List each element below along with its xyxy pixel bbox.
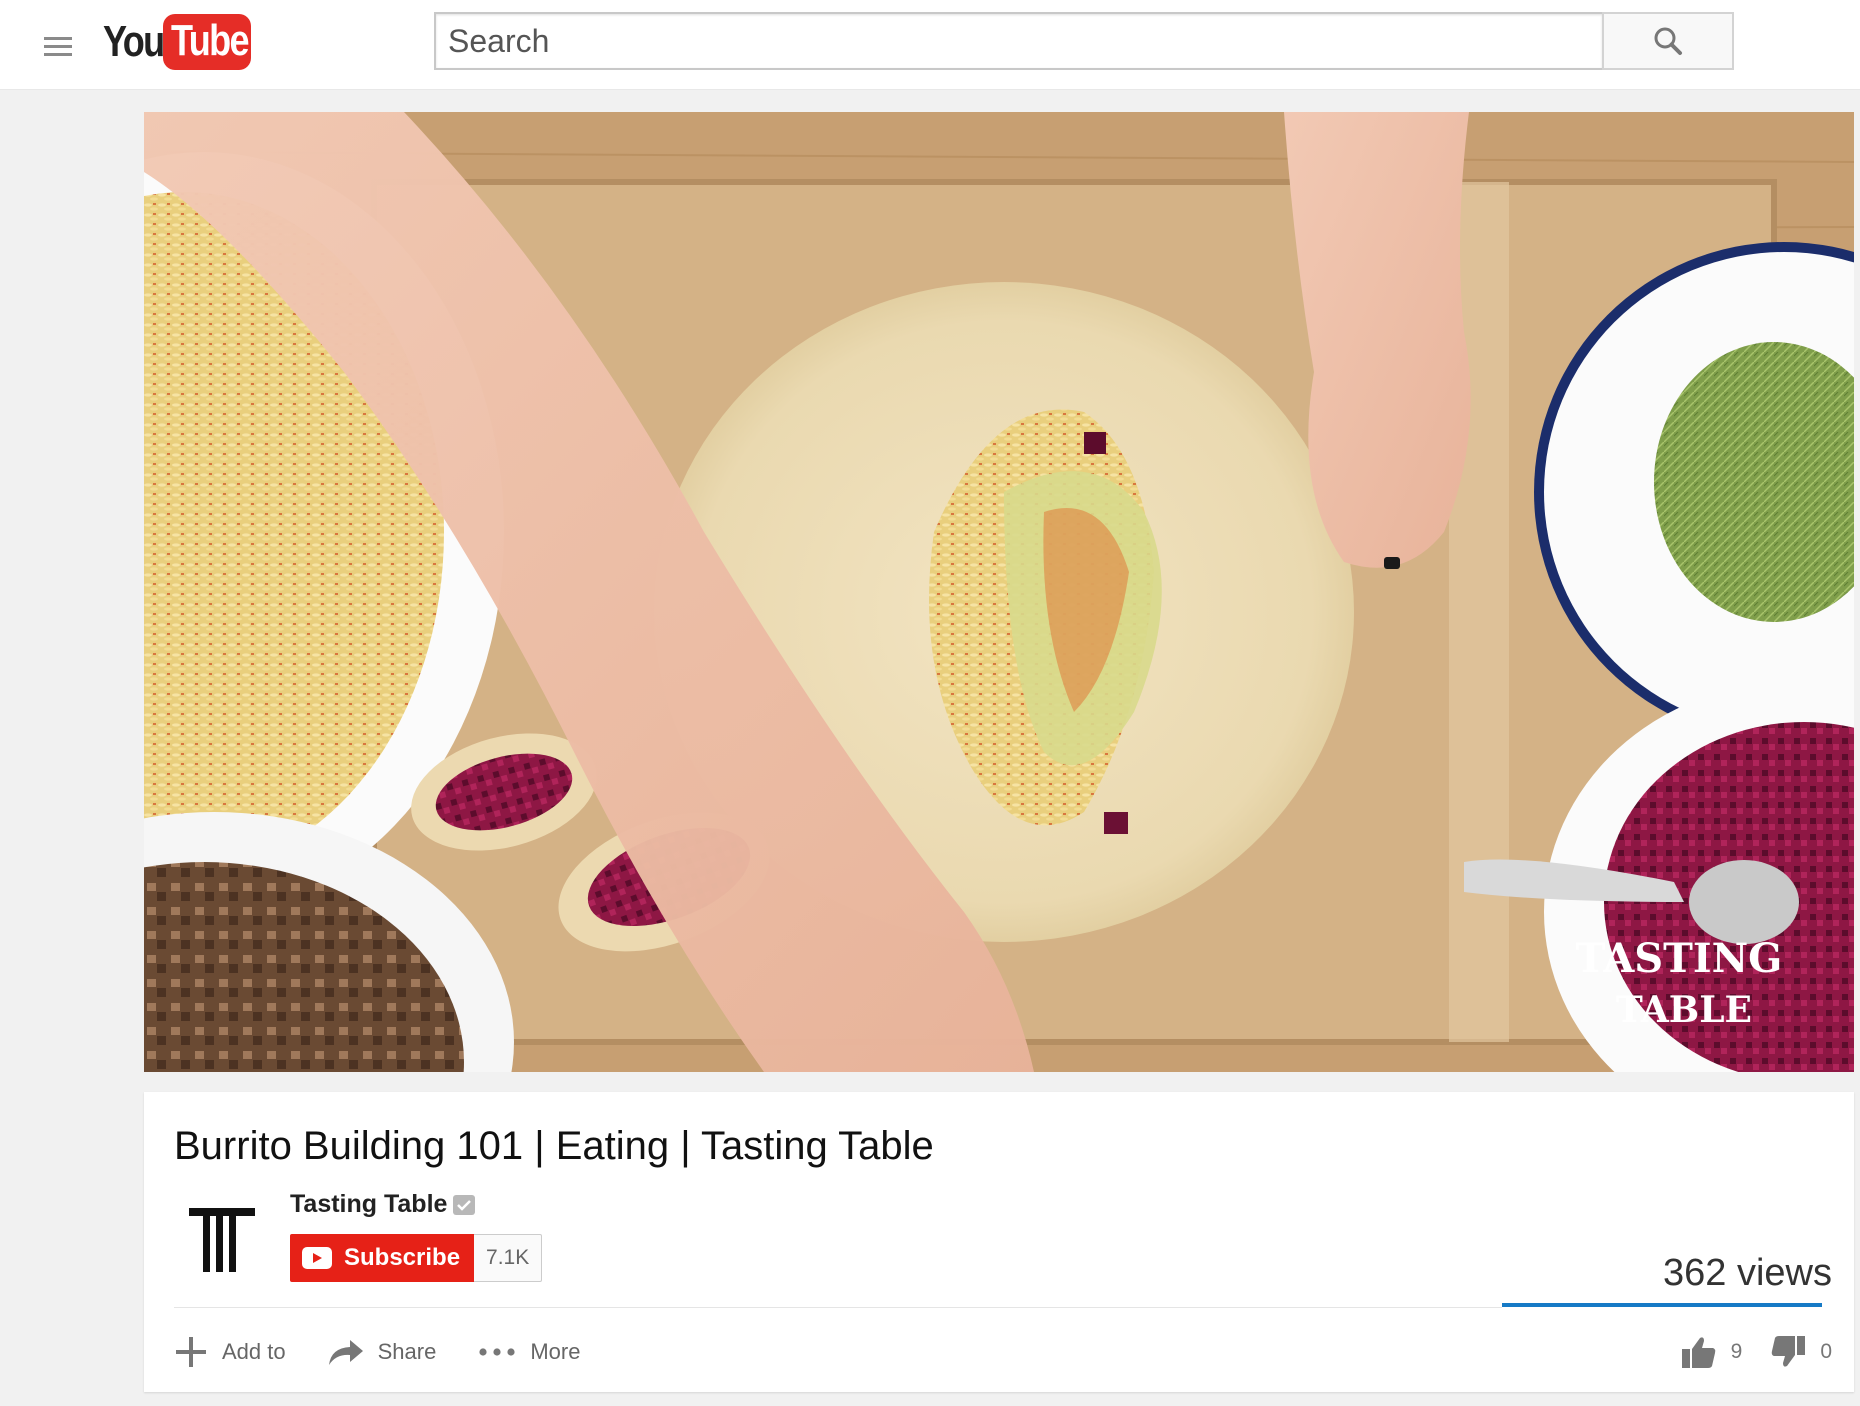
dislike-count: 0 [1820, 1340, 1832, 1363]
add-to-label: Add to [222, 1339, 286, 1364]
watermark-line1: TASTING [1576, 935, 1783, 982]
action-bar: Add to Share More [174, 1327, 622, 1377]
youtube-logo[interactable]: You Tube [103, 12, 251, 72]
sentiment-bar [1502, 1303, 1822, 1307]
divider [174, 1307, 1502, 1308]
menu-icon[interactable] [40, 28, 76, 64]
video-frame: TASTING TABLE [144, 112, 1854, 1072]
channel-logo-icon [189, 1208, 255, 1272]
subscribe-label: Subscribe [344, 1244, 461, 1271]
share-label: Share [377, 1339, 437, 1364]
masthead: You Tube [0, 0, 1860, 90]
subscribe-group: Subscribe 7.1K [290, 1234, 543, 1282]
channel-avatar[interactable] [174, 1192, 270, 1288]
play-icon [302, 1247, 332, 1269]
sentiment-bar-likes [1502, 1303, 1822, 1307]
search-icon [1654, 27, 1682, 55]
view-count: 362 views [1663, 1252, 1832, 1294]
channel-name-link[interactable]: Tasting Table [290, 1190, 476, 1219]
logo-you-text: You [103, 17, 165, 66]
add-to-button[interactable]: Add to [174, 1335, 286, 1369]
search-bar [434, 12, 1734, 70]
more-icon [479, 1348, 515, 1356]
verified-icon [453, 1194, 476, 1215]
watermark-line2: TABLE [1616, 989, 1752, 1031]
subscribe-button[interactable]: Subscribe [290, 1234, 475, 1282]
search-button[interactable] [1602, 12, 1734, 70]
channel-name: Tasting Table [290, 1190, 448, 1218]
like-button[interactable]: 9 [1681, 1335, 1743, 1369]
dislike-button[interactable]: 0 [1770, 1335, 1832, 1369]
more-button[interactable]: More [478, 1339, 580, 1365]
logo-tube-badge: Tube [163, 14, 251, 70]
share-button[interactable]: Share [328, 1338, 437, 1366]
thumbs-up-icon [1681, 1337, 1715, 1368]
like-dislike-group: 9 0 [1663, 1327, 1832, 1377]
search-input[interactable] [434, 12, 1602, 70]
video-info-card: Burrito Building 101 | Eating | Tasting … [144, 1092, 1854, 1392]
video-player[interactable]: TASTING TABLE [144, 112, 1854, 1072]
video-title: Burrito Building 101 | Eating | Tasting … [174, 1124, 934, 1168]
logo-tube-text: Tube [171, 16, 250, 65]
like-count: 9 [1730, 1340, 1743, 1363]
share-icon [328, 1340, 363, 1365]
subscriber-count: 7.1K [474, 1234, 543, 1282]
plus-icon [176, 1337, 206, 1367]
thumbs-down-icon [1772, 1336, 1806, 1367]
more-label: More [530, 1339, 581, 1364]
